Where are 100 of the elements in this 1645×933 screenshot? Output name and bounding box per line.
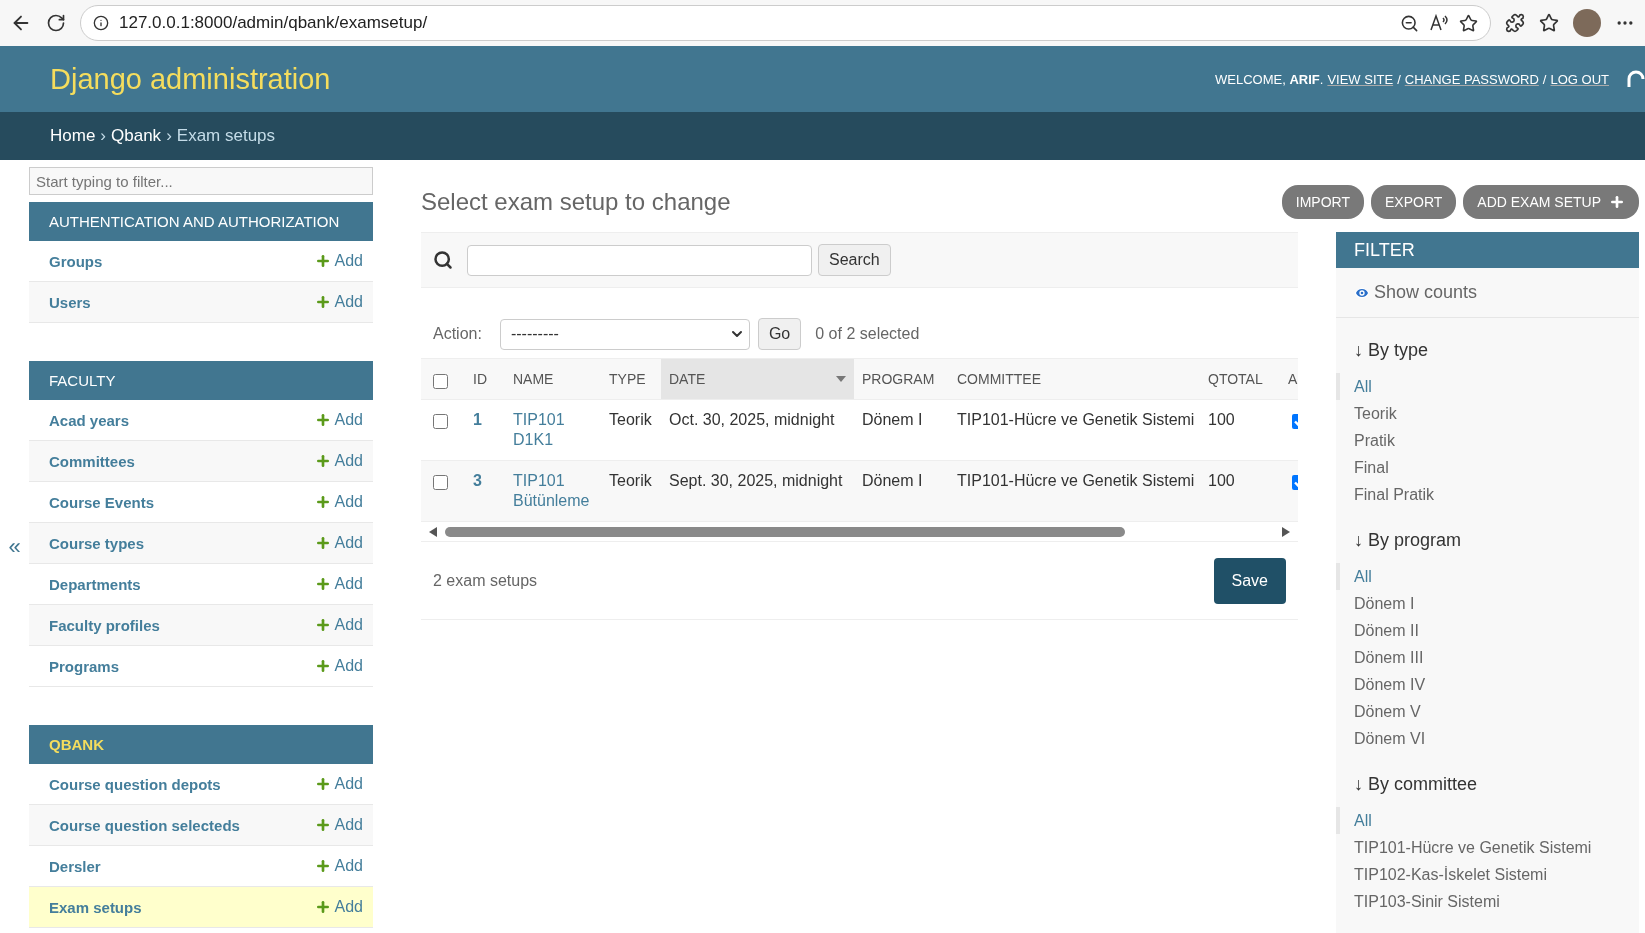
row-checkbox[interactable] bbox=[433, 475, 448, 490]
save-button[interactable]: Save bbox=[1213, 557, 1286, 604]
add-link[interactable]: Add bbox=[314, 816, 363, 834]
filter-heading[interactable]: ↓ By program bbox=[1336, 508, 1639, 563]
header-link[interactable]: CHANGE PASSWORD bbox=[1404, 71, 1539, 87]
plus-icon bbox=[314, 535, 331, 551]
app-section-header[interactable]: AUTHENTICATION AND AUTHORIZATION bbox=[29, 202, 373, 241]
add-link[interactable]: Add bbox=[314, 534, 363, 552]
zoom-out-icon[interactable] bbox=[1400, 13, 1419, 33]
model-link[interactable]: Faculty profiles bbox=[49, 616, 160, 634]
extensions-icon[interactable] bbox=[1505, 13, 1525, 33]
model-link[interactable]: Groups bbox=[49, 252, 103, 270]
filter-option[interactable]: Final bbox=[1336, 454, 1639, 481]
sidebar-filter-field[interactable]: Start typing to filter... bbox=[29, 167, 373, 195]
add-link[interactable]: Add bbox=[314, 411, 363, 429]
object-tool-button[interactable]: EXPORT bbox=[1371, 185, 1457, 219]
favorites-icon[interactable] bbox=[1539, 13, 1559, 33]
filter-option[interactable]: Dönem IV bbox=[1336, 671, 1639, 698]
column-header[interactable]: DATE bbox=[661, 359, 854, 399]
model-link[interactable]: Course Events bbox=[49, 493, 155, 511]
sidebar-item[interactable]: Course question selecteds Add bbox=[29, 805, 373, 846]
filter-option[interactable]: Pratik bbox=[1336, 427, 1639, 454]
sidebar-item[interactable]: Users Add bbox=[29, 282, 373, 323]
filter-option[interactable]: Final Pratik bbox=[1336, 481, 1639, 508]
filter-option[interactable]: Dönem V bbox=[1336, 698, 1639, 725]
model-link[interactable]: Course types bbox=[49, 534, 145, 552]
name-link[interactable]: TIP101 Bütünleme bbox=[505, 461, 601, 521]
filter-option[interactable]: All bbox=[1336, 807, 1639, 834]
column-header[interactable]: PROGRAM bbox=[854, 359, 949, 399]
filter-option[interactable]: TIP102-Kas-İskelet Sistemi bbox=[1336, 861, 1639, 888]
read-aloud-icon[interactable] bbox=[1429, 14, 1449, 32]
scroll-right-icon[interactable] bbox=[1282, 526, 1290, 537]
sidebar-item[interactable]: Faculty profiles Add bbox=[29, 605, 373, 646]
column-header[interactable]: NAME bbox=[505, 359, 601, 399]
filter-heading[interactable]: ↓ By committee bbox=[1336, 752, 1639, 807]
filter-option[interactable]: All bbox=[1336, 563, 1639, 590]
header-link[interactable]: LOG OUT bbox=[1550, 71, 1609, 87]
filter-heading[interactable]: ↓ By type bbox=[1336, 318, 1639, 373]
filter-option[interactable]: Teorik bbox=[1336, 400, 1639, 427]
reload-icon[interactable] bbox=[46, 13, 66, 33]
scroll-left-icon[interactable] bbox=[429, 526, 437, 537]
filter-option[interactable]: Dönem II bbox=[1336, 617, 1639, 644]
filter-option[interactable]: Dönem III bbox=[1336, 644, 1639, 671]
app-section-header[interactable]: FACULTY bbox=[29, 361, 373, 400]
model-link[interactable]: Users bbox=[49, 293, 91, 311]
object-tool-button[interactable]: IMPORT bbox=[1281, 185, 1364, 219]
sort-icon[interactable] bbox=[836, 376, 846, 382]
sidebar-item[interactable]: Exam setups Add bbox=[29, 887, 373, 928]
filter-option[interactable]: Dönem VI bbox=[1336, 725, 1639, 752]
filter-option[interactable]: All bbox=[1336, 373, 1639, 400]
column-header[interactable]: TYPE bbox=[601, 359, 661, 399]
plus-icon bbox=[314, 576, 331, 592]
model-link[interactable]: Course question depots bbox=[49, 775, 221, 793]
star-icon[interactable] bbox=[1459, 13, 1478, 33]
model-link[interactable]: Committees bbox=[49, 452, 135, 470]
table-cell-text: Dönem I bbox=[861, 410, 924, 430]
separator: / bbox=[1542, 71, 1547, 87]
add-link[interactable]: Add bbox=[314, 857, 363, 875]
header-link[interactable]: VIEW SITE bbox=[1327, 71, 1394, 87]
filter-option[interactable]: Dönem I bbox=[1336, 590, 1639, 617]
add-link[interactable]: Add bbox=[314, 657, 363, 675]
object-tool-button[interactable]: ADD EXAM SETUP bbox=[1463, 185, 1639, 219]
breadcrumb-link[interactable]: Qbank bbox=[111, 126, 162, 146]
add-link[interactable]: Add bbox=[314, 616, 363, 634]
row-checkbox[interactable] bbox=[433, 414, 448, 429]
filter-option[interactable]: TIP101-Hücre ve Genetik Sistemi bbox=[1336, 834, 1639, 861]
add-link[interactable]: Add bbox=[314, 293, 363, 311]
model-link[interactable]: Acad years bbox=[49, 411, 130, 429]
sidebar-item[interactable]: Committees Add bbox=[29, 441, 373, 482]
column-header[interactable]: QTOTAL bbox=[1200, 359, 1280, 399]
add-link[interactable]: Add bbox=[314, 252, 363, 270]
plus-icon bbox=[314, 412, 331, 428]
model-link[interactable]: Course question selecteds bbox=[49, 816, 240, 834]
sidebar-item[interactable]: Course types Add bbox=[29, 523, 373, 564]
add-link[interactable]: Add bbox=[314, 493, 363, 511]
model-link[interactable]: Exam setups bbox=[49, 898, 142, 916]
filter-option[interactable]: TIP103-Sinir Sistemi bbox=[1336, 888, 1639, 915]
sidebar-toggle[interactable]: « bbox=[0, 160, 29, 933]
info-icon[interactable] bbox=[93, 15, 109, 31]
column-header[interactable]: ID bbox=[465, 359, 505, 399]
model-link[interactable]: Departments bbox=[49, 575, 141, 593]
app-section-header[interactable]: QBANK bbox=[29, 725, 373, 764]
add-link[interactable]: Add bbox=[314, 775, 363, 793]
name-link[interactable]: TIP101 D1K1 bbox=[505, 400, 601, 460]
model-link[interactable]: Dersler bbox=[49, 857, 101, 875]
column-header[interactable]: COMMITTEE bbox=[949, 359, 1200, 399]
address-bar[interactable]: 127.0.0.1:8000/admin/qbank/examsetup/ bbox=[80, 5, 1491, 41]
search-field[interactable] bbox=[467, 244, 812, 276]
search-button[interactable]: Search bbox=[818, 244, 891, 276]
column-header[interactable]: A bbox=[1280, 359, 1298, 399]
go-button[interactable]: Go bbox=[757, 318, 802, 350]
add-link[interactable]: Add bbox=[314, 575, 363, 593]
add-link[interactable]: Add bbox=[314, 898, 363, 916]
profile-avatar[interactable] bbox=[1573, 9, 1601, 37]
model-link[interactable]: Programs bbox=[49, 657, 120, 675]
breadcrumb-link[interactable]: Home bbox=[50, 126, 96, 146]
select-all-checkbox[interactable] bbox=[433, 373, 448, 389]
show-counts-link[interactable]: Show counts bbox=[1336, 268, 1639, 318]
action-select[interactable]: --------- bbox=[499, 318, 750, 350]
add-link[interactable]: Add bbox=[314, 452, 363, 470]
